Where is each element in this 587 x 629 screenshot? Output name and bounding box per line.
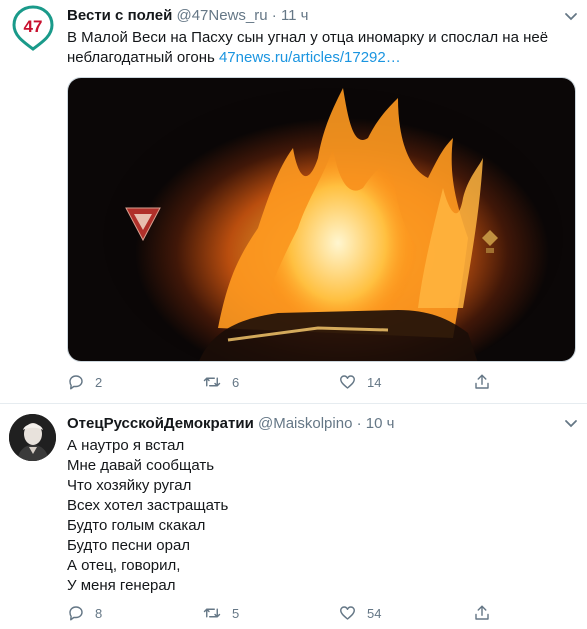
retweet-count: 5 xyxy=(232,605,240,621)
poem-line: Будто песни орал xyxy=(67,537,191,554)
chevron-down-icon[interactable] xyxy=(564,419,578,429)
retweet-count: 6 xyxy=(232,374,240,390)
heart-icon xyxy=(340,606,355,620)
tweet-text: А наутро я встал Мне давай сообщать Что … xyxy=(67,436,547,596)
author-handle[interactable]: @Maiskolpino xyxy=(258,415,352,432)
share-icon xyxy=(475,605,489,620)
poem-line: Мне давай сообщать xyxy=(67,457,215,474)
time-separator: · xyxy=(356,415,362,432)
retweet-button[interactable]: 6 xyxy=(202,373,239,391)
poem-line: Что хозяйку ругал xyxy=(67,477,192,494)
reply-button[interactable]: 8 xyxy=(67,604,102,622)
reply-button[interactable]: 2 xyxy=(67,373,102,391)
retweet-icon xyxy=(203,377,221,387)
author-name[interactable]: ОтецРусскойДемократии xyxy=(67,415,254,432)
avatar-text: 47 xyxy=(24,17,43,36)
poem-line: А отец, говорил, xyxy=(67,557,181,574)
like-count: 54 xyxy=(367,605,382,621)
time-separator: · xyxy=(271,7,277,24)
article-link[interactable]: 47news.ru/articles/17292… xyxy=(219,49,401,66)
timestamp[interactable]: 11 ч xyxy=(281,7,309,24)
like-button[interactable]: 14 xyxy=(338,373,381,391)
like-count: 14 xyxy=(367,374,382,390)
reply-count: 8 xyxy=(95,605,103,621)
reply-icon xyxy=(69,606,83,621)
share-button[interactable] xyxy=(473,373,491,391)
tweet-header: Вести с полей @47News_ru · 11 ч xyxy=(67,6,309,26)
reply-icon xyxy=(69,375,83,390)
tweet-header: ОтецРусскойДемократии @Maiskolpino · 10 … xyxy=(67,414,394,434)
poem-line: У меня генерал xyxy=(67,577,176,594)
poem-line: А наутро я встал xyxy=(67,437,185,454)
avatar[interactable] xyxy=(9,414,56,461)
tweet-image[interactable] xyxy=(67,77,576,362)
poem-line: Будто голым скакал xyxy=(67,517,206,534)
timestamp[interactable]: 10 ч xyxy=(366,415,395,432)
poem-line: Всех хотел застращать xyxy=(67,497,229,514)
avatar[interactable]: 47 xyxy=(12,5,54,51)
tweet-text: В Малой Веси на Пасху сын угнал у отца и… xyxy=(67,28,567,68)
tweet-1[interactable]: 47 Вести с полей @47News_ru · 11 ч В Мал… xyxy=(0,0,587,404)
author-handle[interactable]: @47News_ru xyxy=(176,7,267,24)
share-button[interactable] xyxy=(473,604,491,622)
retweet-icon xyxy=(203,608,221,618)
share-icon xyxy=(475,374,489,389)
heart-icon xyxy=(340,375,355,389)
reply-count: 2 xyxy=(95,374,103,390)
author-name[interactable]: Вести с полей xyxy=(67,7,172,24)
like-button[interactable]: 54 xyxy=(338,604,381,622)
retweet-button[interactable]: 5 xyxy=(202,604,239,622)
chevron-down-icon[interactable] xyxy=(564,12,578,22)
